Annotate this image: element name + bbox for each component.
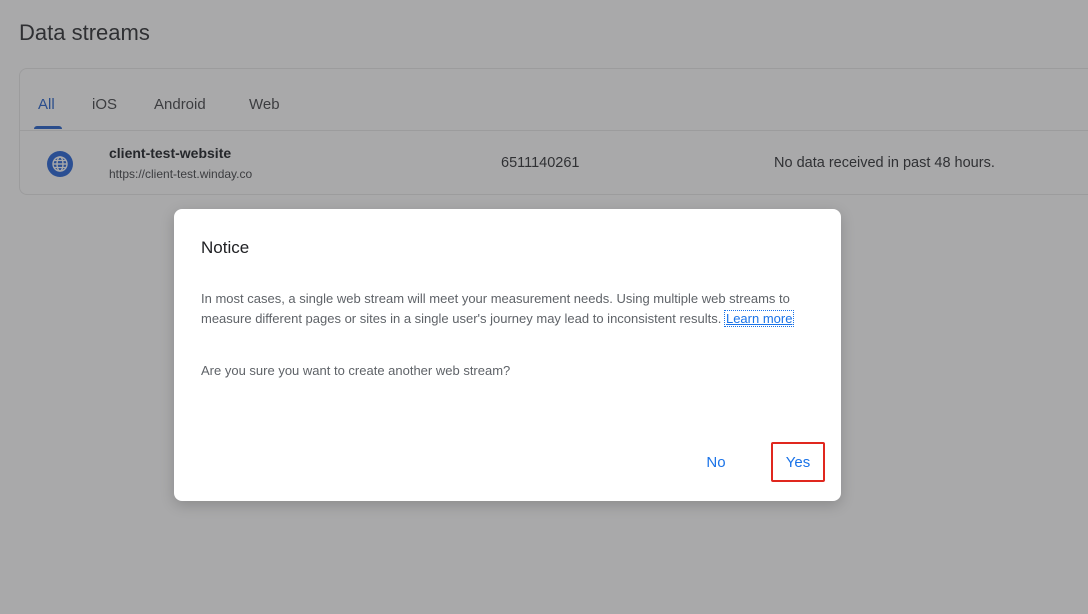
stream-name: client-test-website [109, 145, 232, 161]
stream-tabs: All iOS Android Web [20, 69, 1088, 131]
dialog-title: Notice [201, 238, 250, 257]
page-title: Data streams [19, 20, 150, 45]
stream-status: No data received in past 48 hours. [774, 155, 995, 171]
learn-more-link[interactable]: Learn more [723, 310, 795, 327]
streams-card: All iOS Android Web client-test-website … [19, 68, 1088, 195]
tab-android[interactable]: Android [154, 96, 206, 113]
dialog-body-text: In most cases, a single web stream will … [201, 291, 790, 326]
notice-dialog: Notice In most cases, a single web strea… [174, 209, 841, 501]
stream-url: https://client-test.winday.co [109, 167, 253, 181]
tab-web[interactable]: Web [249, 96, 280, 113]
dialog-body: In most cases, a single web stream will … [201, 289, 811, 329]
stream-id: 6511140261 [501, 155, 580, 171]
tab-all[interactable]: All [38, 96, 55, 113]
no-button[interactable]: No [696, 442, 736, 482]
stream-row[interactable]: client-test-website https://client-test.… [20, 131, 1088, 195]
tab-ios[interactable]: iOS [92, 96, 117, 113]
dialog-question: Are you sure you want to create another … [201, 363, 511, 378]
active-tab-indicator [34, 126, 62, 129]
yes-button[interactable]: Yes [771, 442, 825, 482]
globe-icon [47, 151, 73, 177]
